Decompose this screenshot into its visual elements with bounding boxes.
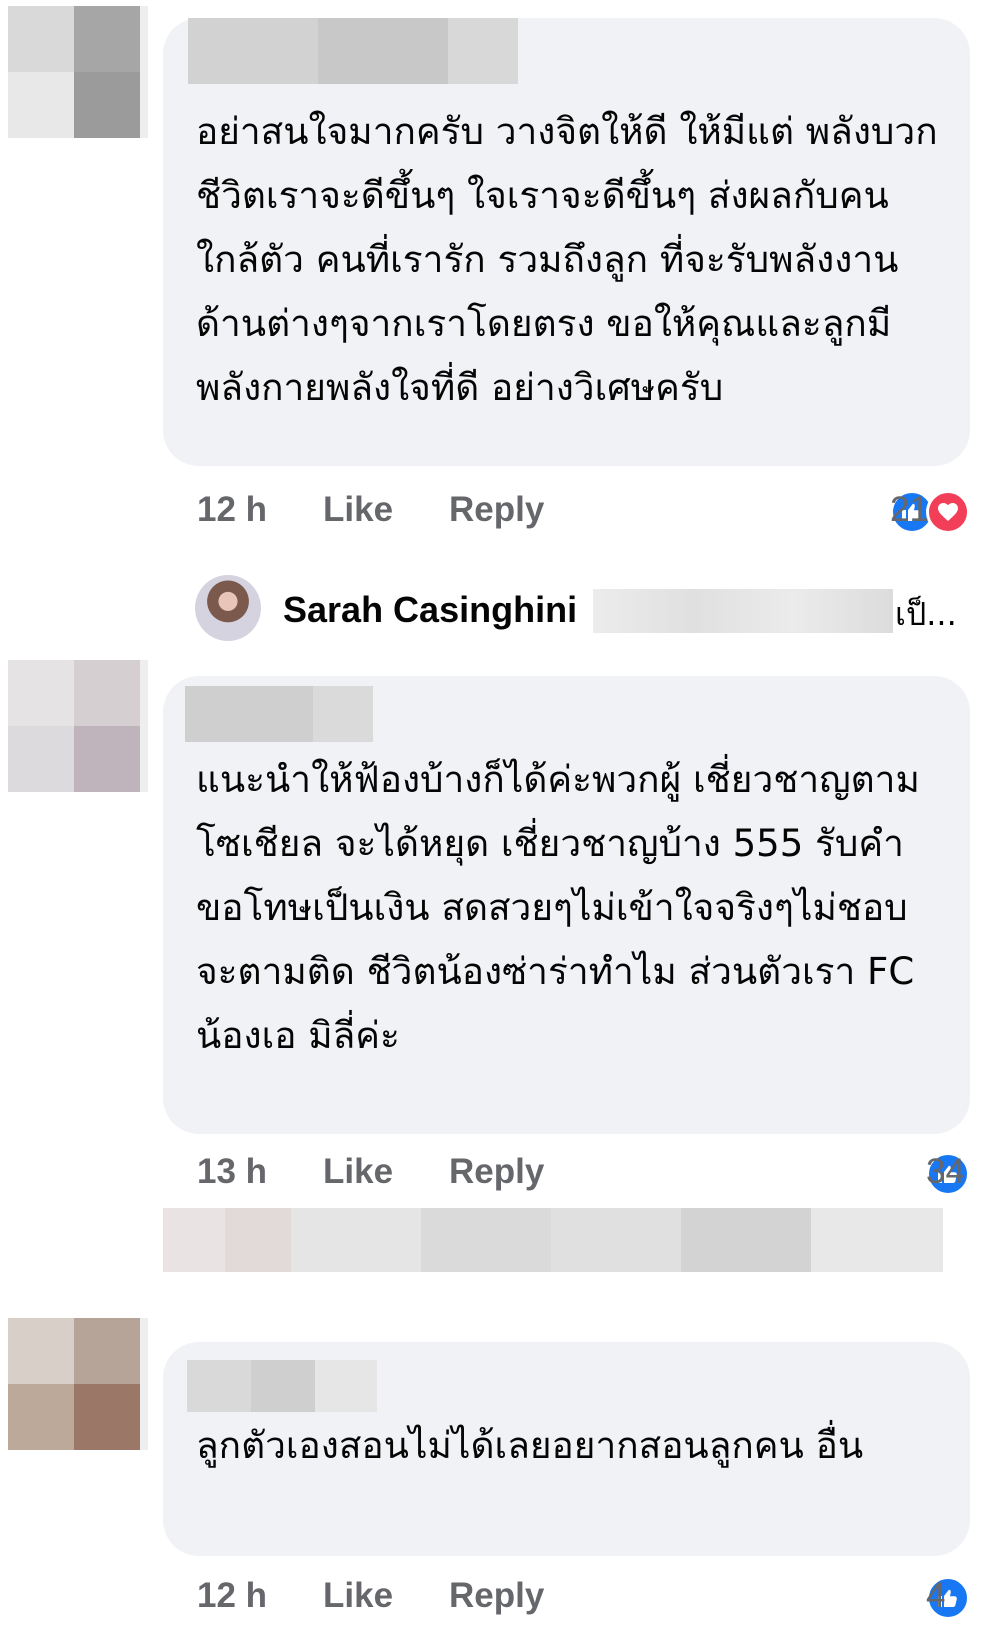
comment-bubble: อย่าสนใจมากครับ วางจิตให้ดี ให้มีแต่ พลั…	[163, 18, 970, 466]
reply-text-tail: เป็...	[895, 595, 957, 633]
commenter-name-blurred[interactable]	[188, 18, 518, 84]
comment-text: ลูกตัวเองสอนไม่ได้เลยอยากสอนลูกคน อื่น	[196, 1424, 864, 1467]
reply-preview[interactable]: Sarah Casinghini เป็...	[195, 575, 970, 645]
reaction-count: 21	[890, 490, 929, 529]
avatar[interactable]	[195, 575, 261, 641]
comment-text: อย่าสนใจมากครับ วางจิตให้ดี ให้มีแต่ พลั…	[196, 110, 938, 409]
reactions-summary[interactable]: 34	[926, 1144, 970, 1204]
commenter-avatar-blurred[interactable]	[8, 660, 148, 792]
commenter-name-blurred[interactable]	[185, 686, 373, 742]
reply-button[interactable]: Reply	[449, 1152, 544, 1192]
commenter-name-blurred[interactable]	[187, 1360, 377, 1412]
reactions-summary[interactable]: 4	[926, 1568, 970, 1628]
comment-time[interactable]: 13 h	[197, 1152, 267, 1192]
like-button[interactable]: Like	[323, 490, 393, 530]
reply-button[interactable]: Reply	[449, 1576, 544, 1616]
comment-actions: 12 h Like Reply 21	[197, 482, 970, 542]
commenter-avatar-blurred[interactable]	[8, 6, 148, 138]
like-button[interactable]: Like	[323, 1152, 393, 1192]
reply-button[interactable]: Reply	[449, 490, 544, 530]
like-button[interactable]: Like	[323, 1576, 393, 1616]
reply-author-name[interactable]: Sarah Casinghini	[283, 589, 577, 631]
comment-bubble: แนะนำให้ฟ้องบ้างก็ได้ค่ะพวกผู้ เชี่ยวชาญ…	[163, 676, 970, 1134]
love-icon	[926, 490, 970, 534]
reactions-summary[interactable]: 21	[890, 482, 970, 542]
comment-text: แนะนำให้ฟ้องบ้างก็ได้ค่ะพวกผู้ เชี่ยวชาญ…	[196, 758, 920, 1057]
reply-text-blurred	[593, 589, 893, 633]
reaction-count: 34	[926, 1152, 965, 1191]
comment-time[interactable]: 12 h	[197, 1576, 267, 1616]
comment-time[interactable]: 12 h	[197, 490, 267, 530]
commenter-avatar-blurred[interactable]	[8, 1318, 148, 1450]
comment-bubble: ลูกตัวเองสอนไม่ได้เลยอยากสอนลูกคน อื่น	[163, 1342, 970, 1556]
blurred-content	[163, 1208, 943, 1272]
comment-actions: 12 h Like Reply 4	[197, 1568, 970, 1628]
comment-actions: 13 h Like Reply 34	[197, 1144, 970, 1204]
reaction-count: 4	[926, 1576, 946, 1615]
